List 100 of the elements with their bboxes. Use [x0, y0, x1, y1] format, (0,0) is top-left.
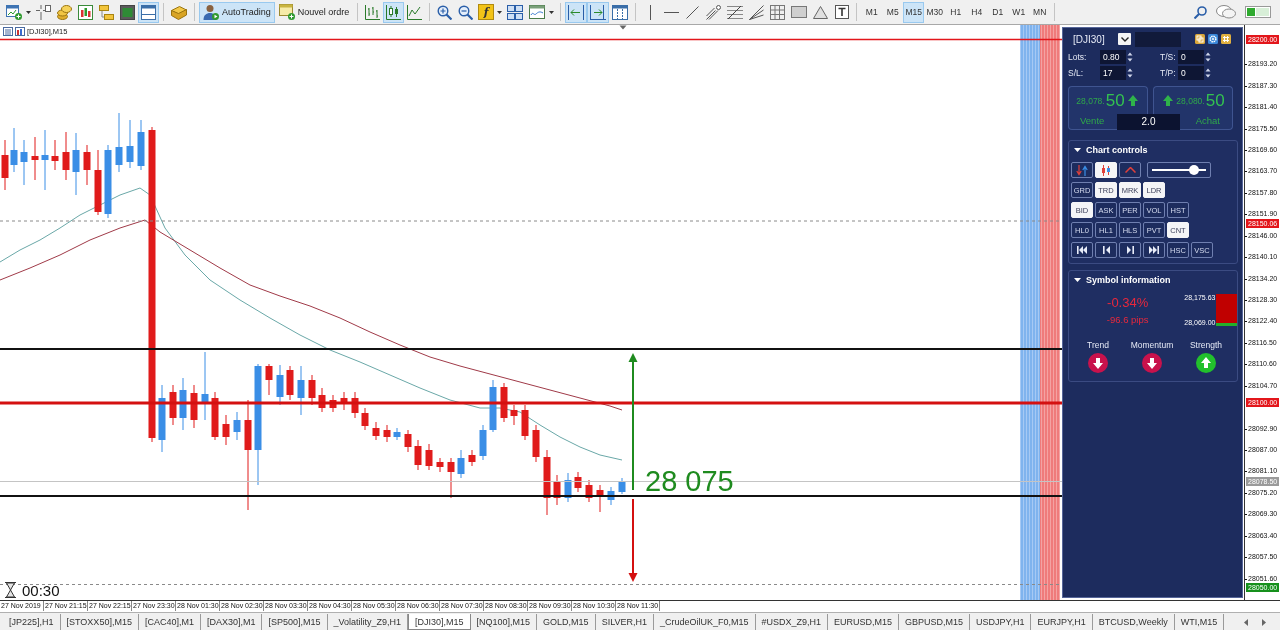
timeframe-button[interactable]: M15	[903, 1, 925, 23]
tab[interactable]: GOLD,M15	[537, 614, 596, 630]
timeframe-button[interactable]: W1	[1008, 1, 1030, 23]
zoom-out-icon	[458, 4, 474, 20]
sell-label[interactable]: Vente	[1068, 114, 1117, 130]
symbol-select[interactable]: [DJI30]	[1073, 33, 1118, 45]
function-button[interactable]: f	[478, 4, 495, 20]
candle	[190, 384, 198, 429]
search-icon[interactable]	[1194, 5, 1207, 19]
autotrading-button[interactable]: AutoTrading	[199, 1, 275, 23]
skip-forward-icon	[1149, 246, 1159, 254]
sort-arrows-button[interactable]	[1071, 162, 1093, 178]
tab[interactable]: EURUSD,M15	[828, 614, 900, 630]
timeframe-button[interactable]: MN	[1029, 1, 1051, 23]
caret-icon[interactable]	[549, 10, 555, 14]
indicator-label: Momentum	[1130, 340, 1174, 350]
candle	[618, 477, 626, 495]
timeframe-button[interactable]: M1	[861, 1, 883, 23]
chart-shift-button[interactable]	[587, 1, 610, 23]
hourglass-icon	[5, 582, 16, 598]
indicator-label: Trend	[1087, 340, 1109, 350]
candle	[286, 365, 294, 401]
triangle-icon	[813, 5, 829, 19]
skip-back-button[interactable]	[1071, 242, 1093, 258]
timeframe-button[interactable]: M30	[924, 1, 946, 23]
candle	[585, 479, 593, 503]
settings-icon[interactable]	[1208, 34, 1218, 44]
tab[interactable]: BTCUSD,Weekly	[1092, 614, 1175, 630]
step-forward-button[interactable]	[1119, 242, 1141, 258]
slider-thumb[interactable]	[1188, 165, 1199, 175]
crosshair-icon	[36, 4, 51, 20]
horizontal-line-icon	[664, 10, 680, 14]
tab[interactable]: _CrudeOilUK_F0,M15	[654, 614, 756, 630]
tab[interactable]: [CAC40],M1	[138, 614, 201, 630]
timeframe-button[interactable]: H4	[966, 1, 988, 23]
input-field[interactable]	[1135, 31, 1181, 47]
chat-icon[interactable]	[1216, 5, 1236, 19]
new-order-button[interactable]: Nouvel ordre	[274, 1, 354, 23]
step-back-button[interactable]	[1095, 242, 1117, 258]
candle	[500, 382, 508, 423]
slider-track[interactable]	[1147, 162, 1211, 178]
tab[interactable]: [DJI30],M15	[408, 614, 471, 630]
input-field[interactable]: 17	[1100, 66, 1126, 80]
tab[interactable]: EURJPY,H1	[1031, 614, 1093, 630]
sort-arrows-icon	[1076, 164, 1088, 176]
candle	[393, 427, 401, 441]
tab[interactable]: #USDX_Z9,H1	[755, 614, 829, 630]
fan-icon	[749, 4, 765, 20]
candle	[51, 139, 59, 171]
tab[interactable]: [NQ100],M15	[470, 614, 538, 630]
timeframe-button[interactable]: H1	[945, 1, 967, 23]
field-label: T/S:	[1160, 52, 1177, 62]
dropdown-button[interactable]	[1118, 33, 1131, 45]
chevron-up-button[interactable]	[1119, 162, 1141, 178]
candle	[372, 421, 380, 441]
signal-bar-icon[interactable]	[1245, 6, 1271, 18]
input-field[interactable]: 0.80	[1100, 50, 1126, 64]
split-window-button[interactable]	[138, 1, 159, 23]
candle	[553, 474, 561, 506]
candlestick-button[interactable]	[383, 1, 405, 23]
scroll-right-icon[interactable]	[1262, 618, 1266, 626]
caret-icon[interactable]	[497, 10, 503, 14]
tab[interactable]: [SP500],M15	[262, 614, 328, 630]
sell-button[interactable]: 28,078.50	[1068, 86, 1148, 114]
step-back-icon	[1102, 246, 1110, 254]
candle	[297, 365, 305, 416]
hash-icon[interactable]	[1221, 34, 1231, 44]
tab[interactable]: [DAX30],M1	[200, 614, 263, 630]
caret-icon[interactable]	[26, 10, 31, 14]
candle	[83, 144, 91, 186]
candle	[521, 404, 529, 441]
tab[interactable]: WTI,M15	[1174, 614, 1225, 630]
candlestick-icon	[1101, 164, 1111, 176]
chart-window-icon	[78, 4, 93, 20]
tab[interactable]: [JP225],H1	[3, 614, 61, 630]
candle	[489, 379, 497, 433]
tab[interactable]: SILVER,H1	[595, 614, 654, 630]
tab[interactable]: [STOXX50],M15	[60, 614, 139, 630]
input-field[interactable]: 0	[1178, 50, 1204, 64]
squares-icon[interactable]	[1195, 34, 1205, 44]
candle	[222, 414, 230, 446]
period-separator-icon	[612, 4, 629, 20]
timeframe-button[interactable]: M5	[882, 1, 904, 23]
buy-button[interactable]: 28,080.50	[1153, 86, 1233, 114]
candle	[329, 394, 337, 413]
input-field[interactable]: 0	[1178, 66, 1204, 80]
section-header[interactable]: Chart controls	[1071, 142, 1151, 158]
bar-chart-icon	[365, 4, 381, 20]
timeframe-button[interactable]: D1	[987, 1, 1009, 23]
section-header[interactable]: Symbol information	[1071, 272, 1174, 288]
candle	[20, 139, 28, 186]
autoscroll-button[interactable]	[565, 1, 588, 23]
fibonacci-icon	[727, 4, 744, 20]
scroll-left-icon[interactable]	[1244, 618, 1248, 626]
buy-label[interactable]: Achat	[1180, 114, 1233, 130]
tab[interactable]: GBPUSD,M15	[899, 614, 971, 630]
window-plus-icon	[6, 4, 22, 20]
tab[interactable]: USDJPY,H1	[970, 614, 1032, 630]
spread-field[interactable]: 2.0	[1117, 114, 1180, 130]
skip-forward-button[interactable]	[1143, 242, 1165, 258]
